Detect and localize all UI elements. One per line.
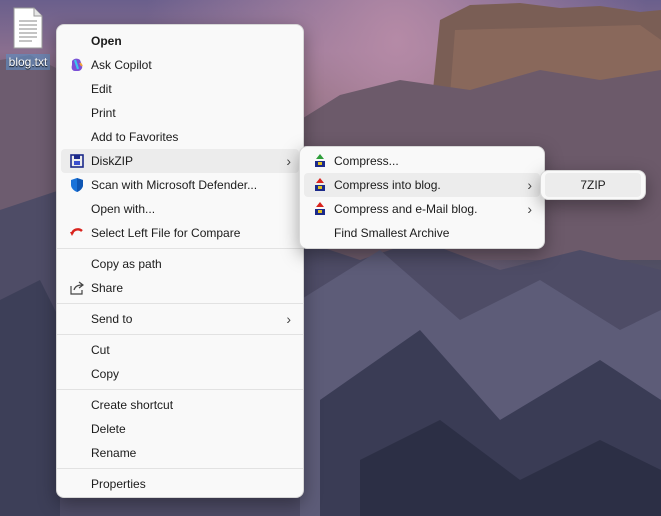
menu-separator: [57, 468, 303, 469]
diskzip-icon: [70, 154, 84, 168]
copilot-icon: [71, 58, 83, 71]
compress-icon: [315, 154, 325, 167]
submenu-item-find-smallest[interactable]: Find Smallest Archive: [304, 221, 540, 245]
menu-item-label: Compress...: [334, 154, 399, 168]
compress-into-submenu: 7ZIP: [540, 170, 646, 200]
menu-item-label: Compress into blog.: [334, 178, 441, 192]
diskzip-submenu: Compress... Compress into blog. › Compre…: [299, 146, 545, 249]
menu-item-label: Copy: [91, 367, 120, 381]
menu-item-label: Ask Copilot: [91, 58, 152, 72]
menu-item-send-to[interactable]: Send to ›: [61, 307, 299, 331]
menu-item-label: Cut: [91, 343, 110, 357]
menu-item-copy-as-path[interactable]: Copy as path: [61, 252, 299, 276]
menu-item-copy[interactable]: Copy: [61, 362, 299, 386]
submenu-item-compress-email[interactable]: Compress and e-Mail blog. ›: [304, 197, 540, 221]
menu-item-select-left-compare[interactable]: Select Left File for Compare: [61, 221, 299, 245]
file-name-label: blog.txt: [5, 54, 51, 70]
menu-item-label: Open: [91, 34, 122, 48]
share-icon: [70, 281, 84, 295]
text-file-icon: [13, 7, 43, 49]
menu-separator: [57, 248, 303, 249]
menu-item-label: Scan with Microsoft Defender...: [91, 178, 258, 192]
menu-item-label: Open with...: [91, 202, 156, 216]
menu-separator: [57, 303, 303, 304]
menu-item-label: Compress and e-Mail blog.: [334, 202, 478, 216]
menu-item-label: Rename: [91, 446, 137, 460]
chevron-right-icon: ›: [527, 201, 532, 217]
chevron-right-icon: ›: [527, 177, 532, 193]
menu-item-ask-copilot[interactable]: Ask Copilot: [61, 53, 299, 77]
menu-item-label: Print: [91, 106, 116, 120]
submenu-item-7zip[interactable]: 7ZIP: [545, 173, 641, 197]
menu-item-label: Create shortcut: [91, 398, 174, 412]
menu-item-label: Copy as path: [91, 257, 162, 271]
compress-into-icon: [315, 178, 325, 191]
menu-item-edit[interactable]: Edit: [61, 77, 299, 101]
menu-item-open[interactable]: Open: [61, 29, 299, 53]
menu-item-label: Edit: [91, 82, 112, 96]
menu-item-delete[interactable]: Delete: [61, 417, 299, 441]
menu-item-label: 7ZIP: [580, 178, 606, 192]
menu-item-label: Find Smallest Archive: [334, 226, 450, 240]
menu-item-share[interactable]: Share: [61, 276, 299, 300]
menu-item-create-shortcut[interactable]: Create shortcut: [61, 393, 299, 417]
menu-item-label: Properties: [91, 477, 146, 491]
menu-item-rename[interactable]: Rename: [61, 441, 299, 465]
chevron-right-icon: ›: [286, 311, 291, 327]
submenu-item-compress[interactable]: Compress...: [304, 149, 540, 173]
menu-item-diskzip[interactable]: DiskZIP ›: [61, 149, 299, 173]
menu-item-label: Select Left File for Compare: [91, 226, 241, 240]
desktop-file-icon[interactable]: blog.txt: [2, 4, 54, 70]
menu-item-cut[interactable]: Cut: [61, 338, 299, 362]
context-menu: Open Ask Copilot Edit Print Add to Favor…: [56, 24, 304, 498]
menu-item-scan-defender[interactable]: Scan with Microsoft Defender...: [61, 173, 299, 197]
menu-item-label: Share: [91, 281, 124, 295]
chevron-right-icon: ›: [286, 153, 291, 169]
menu-item-label: Send to: [91, 312, 133, 326]
menu-item-add-to-favorites[interactable]: Add to Favorites: [61, 125, 299, 149]
compress-email-icon: [315, 202, 325, 215]
menu-item-properties[interactable]: Properties: [61, 472, 299, 496]
menu-item-label: Delete: [91, 422, 126, 436]
menu-separator: [57, 389, 303, 390]
menu-item-open-with[interactable]: Open with...: [61, 197, 299, 221]
defender-shield-icon: [71, 178, 83, 192]
menu-item-label: Add to Favorites: [91, 130, 179, 144]
menu-separator: [57, 334, 303, 335]
menu-item-label: DiskZIP: [91, 154, 133, 168]
menu-item-print[interactable]: Print: [61, 101, 299, 125]
compare-icon: [70, 228, 83, 236]
submenu-item-compress-into[interactable]: Compress into blog. ›: [304, 173, 540, 197]
